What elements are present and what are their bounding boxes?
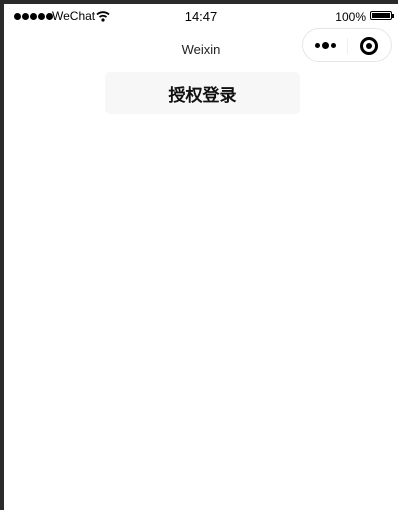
close-miniprogram-icon[interactable] [360,37,378,55]
battery-icon [370,11,394,20]
more-icon[interactable] [315,42,336,49]
battery-percent: 100% [335,10,366,24]
battery-fill [372,13,390,18]
capsule-divider [347,38,348,54]
authorize-login-button[interactable]: 授权登录 [105,72,300,114]
status-bar: WeChat 14:47 100% [4,4,398,28]
miniprogram-capsule [302,28,392,62]
phone-screen: WeChat 14:47 100% Weixin 授权登录 [4,4,398,510]
